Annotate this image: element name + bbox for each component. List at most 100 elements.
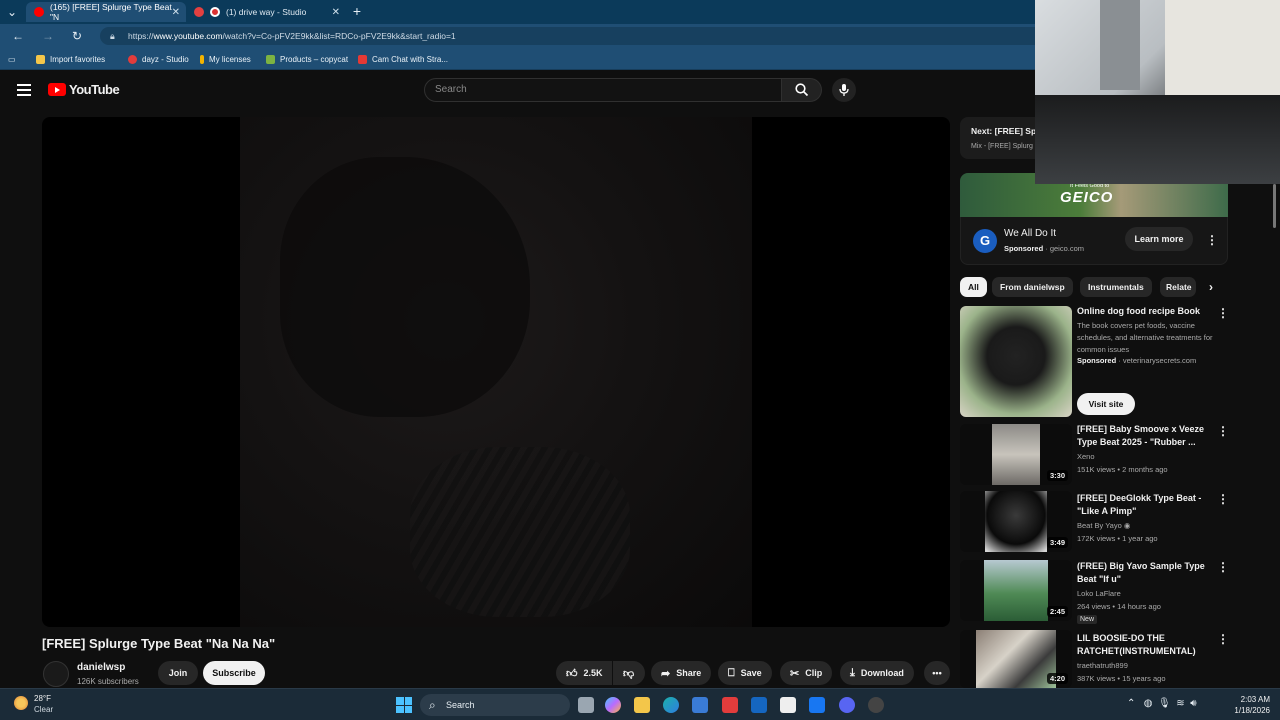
obs-icon[interactable]: [868, 697, 884, 713]
learn-more-button[interactable]: Learn more: [1125, 227, 1193, 251]
new-tab-button[interactable]: +: [349, 3, 365, 19]
youtube-app-icon[interactable]: [722, 697, 738, 713]
video-thumbnail[interactable]: 4:20: [960, 630, 1072, 688]
edge-browser-icon[interactable]: [663, 697, 679, 713]
close-tab-icon[interactable]: ✕: [172, 7, 180, 18]
amazon-icon[interactable]: [780, 697, 796, 713]
windows-start-icon[interactable]: [396, 697, 412, 713]
webcam-wall: [1165, 0, 1280, 95]
discord-icon[interactable]: [839, 697, 855, 713]
weather-moon-icon[interactable]: [14, 696, 28, 710]
video-channel[interactable]: Loko LaFlare: [1077, 588, 1121, 599]
bookmark-dayz-studio[interactable]: dayz - Studio: [128, 52, 189, 66]
save-button[interactable]: ⎕ Save: [718, 661, 772, 685]
video-channel[interactable]: traethatruth899: [1077, 660, 1128, 671]
download-label: Download: [860, 668, 904, 678]
promo-title[interactable]: Online dog food recipe Book: [1077, 305, 1217, 318]
store-icon[interactable]: [692, 697, 708, 713]
video-channel[interactable]: Beat By Yayo ◉: [1077, 520, 1130, 531]
share-button[interactable]: ➦ Share: [651, 661, 712, 685]
microphone-icon[interactable]: 🎙︎: [1158, 698, 1171, 709]
dislike-button[interactable]: 👎︎: [613, 661, 645, 685]
more-vertical-icon[interactable]: ⋮: [1217, 492, 1229, 506]
ad-title: We All Do It: [1004, 228, 1057, 239]
promo-description: The book covers pet foods, vaccine sched…: [1077, 321, 1213, 354]
video-thumbnail[interactable]: 3:30: [960, 424, 1072, 485]
bookmarks-menu-icon[interactable]: ▭: [8, 52, 16, 66]
search-button[interactable]: [782, 78, 822, 102]
scrollbar-thumb[interactable]: [1273, 184, 1276, 228]
close-tab-icon[interactable]: ✕: [332, 7, 340, 18]
network-icon[interactable]: ◍: [1144, 698, 1153, 709]
bookmark-products-copycat[interactable]: Products – copycat: [266, 52, 348, 66]
chip-from-channel[interactable]: From danielwsp: [992, 277, 1073, 297]
video-title[interactable]: (FREE) Big Yavo Sample Type Beat "If u": [1077, 560, 1217, 585]
facebook-icon[interactable]: [809, 697, 825, 713]
file-explorer-icon[interactable]: [634, 697, 650, 713]
more-vertical-icon[interactable]: ⋮: [1206, 233, 1218, 247]
search-input[interactable]: Search: [424, 78, 782, 102]
wifi-icon[interactable]: ≋: [1176, 698, 1184, 709]
more-vertical-icon[interactable]: ⋮: [1217, 306, 1229, 320]
video-channel[interactable]: Xeno: [1077, 451, 1095, 462]
bookmark-my-licenses[interactable]: My licenses: [200, 52, 251, 66]
record-icon: [194, 7, 204, 17]
refresh-icon[interactable]: ↻: [69, 28, 85, 44]
download-button[interactable]: ⤓ Download: [840, 661, 914, 685]
system-clock[interactable]: 2:03 AM 1/18/2026: [1228, 694, 1270, 716]
more-actions-button[interactable]: •••: [924, 661, 950, 685]
page-scrollbar[interactable]: [1270, 184, 1278, 688]
subscribe-button[interactable]: Subscribe: [203, 661, 265, 685]
more-vertical-icon[interactable]: ⋮: [1217, 632, 1229, 646]
channel-name[interactable]: danielwsp: [77, 662, 125, 673]
task-view-icon[interactable]: [578, 697, 594, 713]
tab-studio[interactable]: (1) drive way - Studio ✕: [186, 2, 346, 22]
video-thumbnail[interactable]: 3:49: [960, 491, 1072, 552]
join-button[interactable]: Join: [158, 661, 198, 685]
outlook-icon[interactable]: [751, 697, 767, 713]
video-thumbnail[interactable]: 2:45: [960, 560, 1072, 621]
video-title[interactable]: LIL BOOSIE-DO THE RATCHET(INSTRUMENTAL): [1077, 632, 1217, 657]
like-button[interactable]: 👍︎ 2.5K: [556, 661, 612, 685]
thumbs-down-icon: 👎︎: [623, 667, 635, 680]
up-next-playlist: Mix - [FREE] Splurg: [971, 143, 1033, 150]
weather-temperature[interactable]: 28°F: [34, 694, 51, 703]
thumbs-up-icon: 👍︎: [566, 667, 578, 680]
promo-thumbnail[interactable]: [960, 306, 1072, 417]
video-duration: 4:20: [1046, 673, 1068, 684]
voice-search-button[interactable]: [832, 78, 856, 102]
share-label: Share: [676, 668, 702, 678]
bookmark-import-favorites[interactable]: Import favorites: [36, 52, 105, 66]
video-stats: 172K views • 1 year ago: [1077, 534, 1158, 543]
video-duration: 3:30: [1046, 470, 1068, 481]
more-vertical-icon[interactable]: ⋮: [1217, 560, 1229, 574]
video-player[interactable]: [42, 117, 950, 627]
chip-all[interactable]: All: [960, 277, 987, 297]
chip-related[interactable]: Relate: [1160, 277, 1196, 297]
hamburger-menu-icon[interactable]: [17, 84, 31, 96]
video-title[interactable]: [FREE] DeeGlokk Type Beat - "Like A Pimp…: [1077, 492, 1217, 517]
system-tray[interactable]: ⌃ ◍ 🎙︎ ≋ 🔊︎: [1127, 698, 1197, 709]
bookmark-cam-chat[interactable]: Cam Chat with Stra...: [358, 52, 448, 66]
tab-actions-icon[interactable]: ⌄: [4, 4, 20, 20]
chevron-up-icon[interactable]: ⌃: [1127, 698, 1135, 709]
chip-instrumentals[interactable]: Instrumentals: [1080, 277, 1152, 297]
webcam-mic-stand: [1100, 0, 1140, 90]
video-duration: 2:45: [1046, 606, 1068, 617]
volume-icon[interactable]: 🔊︎: [1190, 698, 1196, 709]
ad-card[interactable]: G We All Do It Sponsored · geico.com Lea…: [960, 217, 1228, 265]
copilot-icon[interactable]: [605, 697, 621, 713]
tab-youtube-video[interactable]: (165) [FREE] Splurge Type Beat "N ✕: [26, 2, 186, 22]
forward-arrow-icon[interactable]: →: [40, 28, 56, 44]
chevron-right-icon[interactable]: ›: [1206, 280, 1216, 294]
promo-sponsor-line: Sponsored · veterinarysecrets.com: [1077, 356, 1197, 365]
video-title[interactable]: [FREE] Baby Smoove x Veeze Type Beat 202…: [1077, 423, 1217, 448]
channel-avatar[interactable]: [43, 661, 69, 687]
taskbar-search[interactable]: Search: [420, 694, 570, 716]
youtube-logo[interactable]: YouTube: [48, 82, 120, 97]
visit-site-button[interactable]: Visit site: [1077, 393, 1135, 415]
weather-condition[interactable]: Clear: [34, 705, 53, 714]
more-vertical-icon[interactable]: ⋮: [1217, 424, 1229, 438]
back-arrow-icon[interactable]: ←: [10, 28, 26, 44]
clip-button[interactable]: ✂ Clip: [780, 661, 833, 685]
